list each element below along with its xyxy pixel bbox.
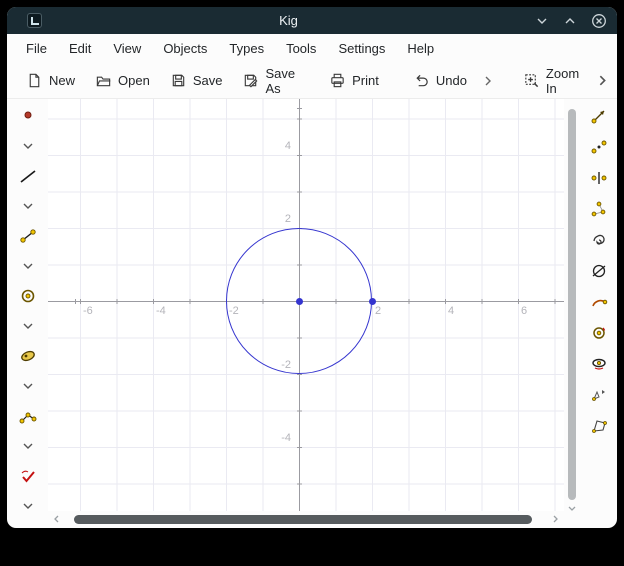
print-icon	[329, 72, 346, 89]
menu-help[interactable]: Help	[398, 37, 443, 60]
zoom-in-button[interactable]: Zoom In	[514, 61, 588, 101]
canvas-column: -6 -4 -2 2 4 6 4 2 -2 -4	[48, 99, 564, 528]
close-icon[interactable]	[591, 13, 607, 29]
similitude-tool-icon[interactable]	[590, 386, 608, 404]
rotate-tool-icon[interactable]	[590, 231, 608, 249]
save-as-button[interactable]: Save As	[233, 61, 304, 101]
minimize-icon[interactable]	[535, 14, 549, 28]
save-icon	[170, 72, 187, 89]
vertical-scrollbar[interactable]	[564, 99, 580, 528]
scroll-left-arrow-icon[interactable]	[52, 511, 62, 529]
menu-edit[interactable]: Edit	[60, 37, 100, 60]
scroll-down-arrow-icon[interactable]	[566, 502, 578, 520]
translate-tool-icon[interactable]	[590, 107, 608, 125]
conic-tool-icon[interactable]	[19, 347, 37, 365]
point-object[interactable]	[296, 298, 303, 305]
ellipse-tool-icon[interactable]	[590, 355, 608, 373]
open-folder-icon	[95, 72, 112, 89]
x-tick-label: -6	[83, 305, 93, 317]
segment-tool-icon[interactable]	[19, 227, 37, 245]
save-button[interactable]: Save	[161, 67, 232, 94]
window-controls	[535, 13, 607, 29]
open-button[interactable]: Open	[86, 67, 159, 94]
angle-tool-chevron-down-icon[interactable]	[19, 437, 37, 455]
titlebar: Kig	[7, 7, 617, 34]
print-button[interactable]: Print	[320, 67, 388, 94]
menu-types[interactable]: Types	[220, 37, 273, 60]
y-tick-label: -4	[259, 432, 291, 444]
menu-view[interactable]: View	[104, 37, 150, 60]
circle-tool-chevron-down-icon[interactable]	[19, 317, 37, 335]
scroll-right-arrow-icon[interactable]	[550, 511, 560, 529]
main-toolbar: New Open Save Save As Print	[7, 63, 617, 99]
y-tick-label: 4	[259, 140, 291, 152]
zoom-in-icon	[523, 72, 540, 89]
menu-settings[interactable]: Settings	[329, 37, 394, 60]
content-row: -6 -4 -2 2 4 6 4 2 -2 -4	[7, 99, 617, 528]
vertical-scroll-thumb[interactable]	[568, 109, 576, 500]
polygon-tool-icon[interactable]	[590, 417, 608, 435]
print-label: Print	[352, 73, 379, 88]
toolbar-overflow-chevron-icon[interactable]	[592, 69, 613, 92]
menubar: File Edit View Objects Types Tools Setti…	[7, 34, 617, 63]
angle-tool-icon[interactable]	[19, 407, 37, 425]
zoom-in-label: Zoom In	[546, 66, 579, 96]
test-tool-icon[interactable]	[19, 467, 37, 485]
scale-tool-icon[interactable]	[590, 200, 608, 218]
undo-button[interactable]: Undo	[404, 67, 476, 94]
point-reflection-tool-icon[interactable]	[590, 138, 608, 156]
inversion-tool-icon[interactable]	[590, 262, 608, 280]
horizontal-scroll-thumb[interactable]	[74, 515, 532, 524]
new-label: New	[49, 73, 75, 88]
rotate-around-point-tool-icon[interactable]	[590, 324, 608, 342]
app-icon	[27, 13, 42, 28]
x-tick-label: 2	[375, 305, 381, 317]
horizontal-scrollbar[interactable]	[48, 511, 564, 528]
point-tool-icon[interactable]	[19, 107, 37, 125]
save-as-icon	[242, 72, 259, 89]
right-toolbar	[580, 99, 617, 528]
window-title: Kig	[42, 13, 535, 28]
kig-window: Kig File Edit View Objects Types Tools S…	[7, 7, 617, 528]
y-tick-label: 2	[259, 213, 291, 225]
save-label: Save	[193, 73, 223, 88]
circle-tool-icon[interactable]	[19, 287, 37, 305]
x-tick-label: -4	[156, 305, 166, 317]
axial-reflection-tool-icon[interactable]	[590, 169, 608, 187]
x-tick-label: 4	[448, 305, 454, 317]
test-tool-chevron-down-icon[interactable]	[19, 497, 37, 515]
new-document-icon	[26, 72, 43, 89]
open-label: Open	[118, 73, 150, 88]
undo-icon	[413, 72, 430, 89]
menu-tools[interactable]: Tools	[277, 37, 325, 60]
undo-history-chevron-icon[interactable]	[478, 70, 498, 92]
maximize-icon[interactable]	[563, 14, 577, 28]
menu-file[interactable]: File	[17, 37, 56, 60]
x-tick-label: 6	[521, 305, 527, 317]
new-button[interactable]: New	[17, 67, 84, 94]
menu-objects[interactable]: Objects	[154, 37, 216, 60]
geometry-canvas[interactable]: -6 -4 -2 2 4 6 4 2 -2 -4	[48, 99, 564, 511]
line-tool-chevron-down-icon[interactable]	[19, 197, 37, 215]
conic-tool-chevron-down-icon[interactable]	[19, 377, 37, 395]
segment-tool-chevron-down-icon[interactable]	[19, 257, 37, 275]
arc-tool-icon[interactable]	[590, 293, 608, 311]
point-object[interactable]	[369, 298, 376, 305]
horizontal-scroll-track[interactable]	[66, 511, 546, 528]
point-tool-chevron-down-icon[interactable]	[19, 137, 37, 155]
left-toolbar	[7, 99, 48, 528]
undo-label: Undo	[436, 73, 467, 88]
save-as-label: Save As	[265, 66, 295, 96]
line-tool-icon[interactable]	[19, 167, 37, 185]
